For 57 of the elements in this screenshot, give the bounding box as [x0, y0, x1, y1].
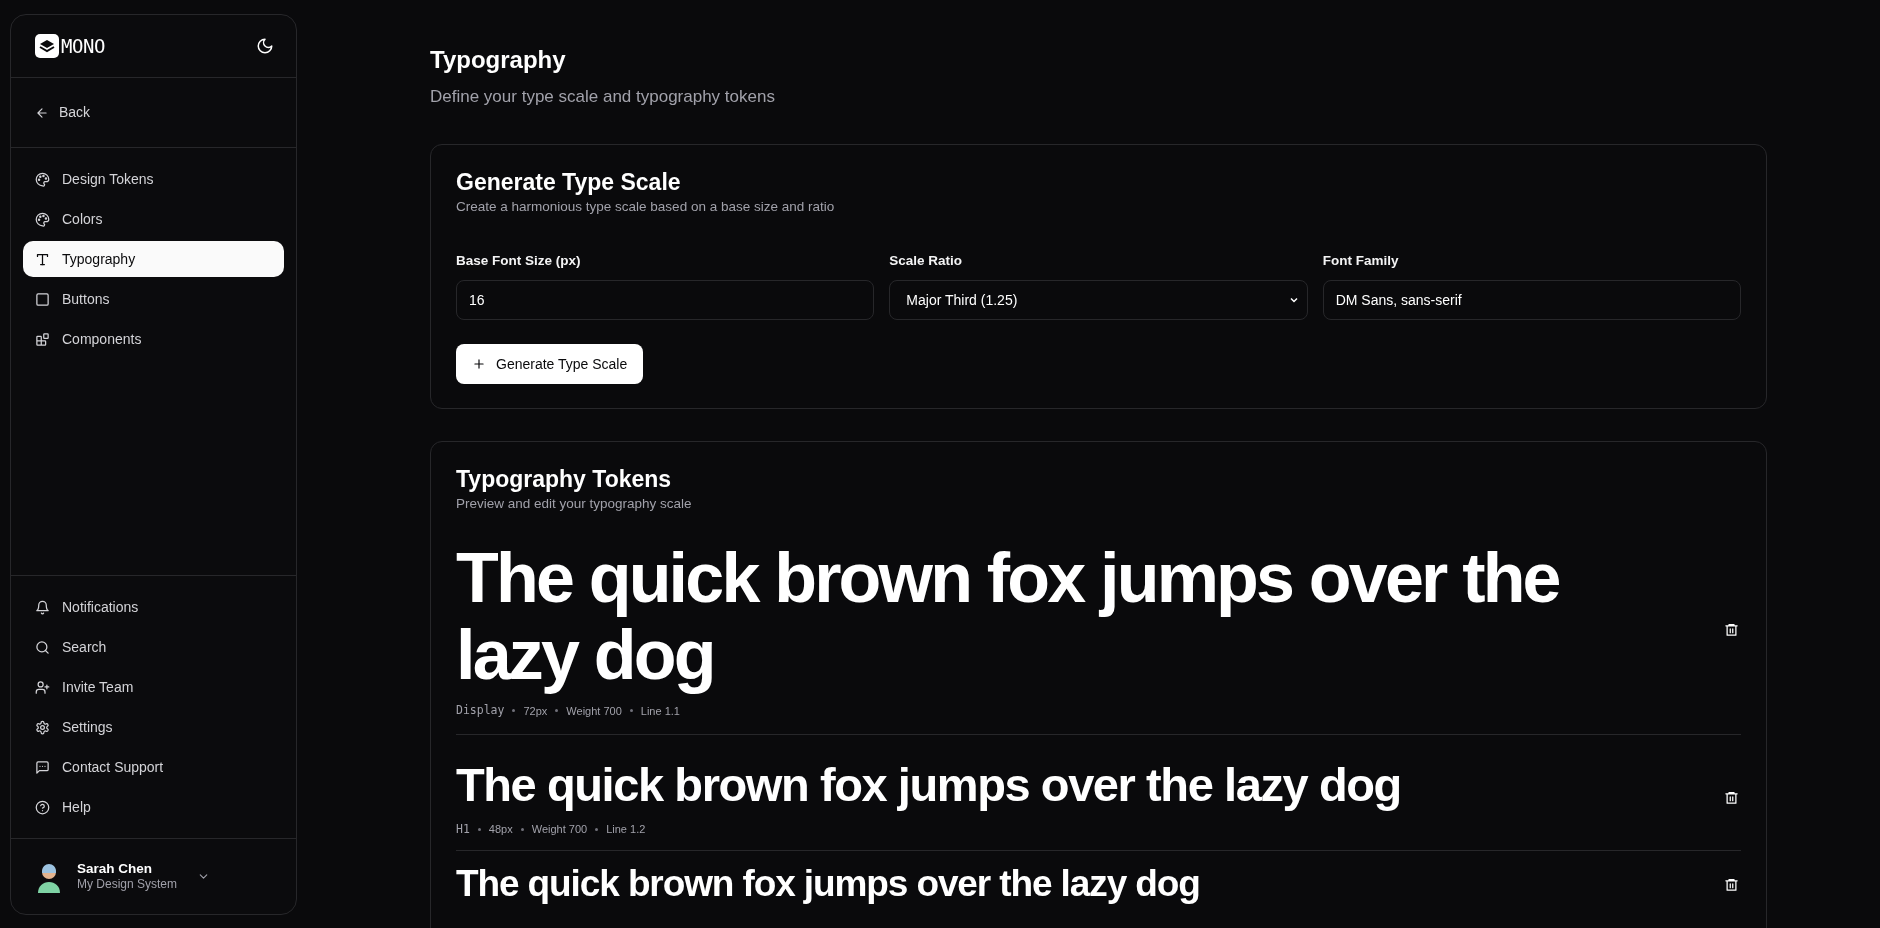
- token-name: H1: [456, 820, 470, 838]
- card-title: Generate Type Scale: [456, 167, 682, 197]
- help-icon: [35, 799, 50, 815]
- moon-icon[interactable]: [256, 37, 274, 55]
- sidebar-item[interactable]: Search: [23, 629, 284, 665]
- settings-icon: [35, 719, 50, 735]
- type-sample: The quick brown fox jumps over the lazy dog: [456, 756, 1402, 813]
- token-meta: Line 1.1: [640, 703, 680, 719]
- square-icon: [35, 291, 50, 307]
- field-label: Scale Ratio: [889, 251, 964, 270]
- user-plus-icon: [35, 679, 50, 695]
- field-label: Font Family: [1322, 251, 1400, 270]
- generate-button[interactable]: Generate Type Scale: [456, 344, 644, 384]
- token-meta: 48px: [488, 822, 513, 838]
- sidebar-item[interactable]: Invite Team: [23, 669, 284, 705]
- token-meta: Weight 700: [566, 703, 622, 719]
- input-field[interactable]: DM Sans, sans-serif: [1322, 280, 1741, 320]
- token-name: Display: [456, 702, 505, 720]
- trash-icon: [1723, 876, 1739, 892]
- card-description: Create a harmonious type scale based on a base size and ratio: [456, 197, 836, 216]
- sidebar-item[interactable]: Contact Support: [23, 749, 284, 785]
- palette-icon: [35, 211, 50, 227]
- type-sample: The quick brown fox jumps over the lazy dog: [456, 863, 1201, 906]
- page-subtitle: Define your type scale and typography tokens: [430, 86, 776, 108]
- search-icon: [35, 639, 50, 655]
- token-meta: Weight 700: [531, 822, 588, 838]
- palette-icon: [35, 171, 50, 187]
- sidebar-item[interactable]: Components: [23, 321, 284, 357]
- user-name: Sarah Chen: [77, 860, 154, 878]
- token-meta: 72px: [523, 703, 548, 719]
- text-icon: [35, 251, 50, 267]
- sidebar-item[interactable]: Buttons: [23, 281, 284, 317]
- sidebar-item[interactable]: Help: [23, 789, 284, 825]
- workspace-name: My Design System: [77, 877, 178, 893]
- scale-ratio-select[interactable]: Major Third (1.25): [889, 280, 1308, 320]
- sidebar-item[interactable]: Colors: [23, 201, 284, 237]
- field-label: Base Font Size (px): [456, 251, 582, 270]
- logo-icon: [35, 34, 59, 58]
- input-field[interactable]: 16: [456, 280, 875, 320]
- arrow-left-icon: [35, 105, 49, 120]
- sidebar-item[interactable]: Settings: [23, 709, 284, 745]
- bell-icon: [35, 599, 50, 615]
- brand-name: MONO: [61, 33, 105, 59]
- card-title: Typography Tokens: [456, 465, 673, 494]
- token-meta: Line 1.2: [606, 822, 646, 838]
- sidebar-item[interactable]: Typography: [23, 241, 284, 277]
- type-sample: The quick brown fox jumps over the lazy dog: [456, 540, 1560, 695]
- trash-icon: [1723, 622, 1739, 638]
- back-link[interactable]: Back: [35, 102, 91, 123]
- chat-icon: [35, 759, 50, 775]
- blocks-icon: [35, 331, 50, 347]
- sidebar-item[interactable]: Notifications: [23, 589, 284, 625]
- sidebar-item[interactable]: Design Tokens: [23, 161, 284, 197]
- card-description: Preview and edit your typography scale: [456, 495, 693, 513]
- page-title: Typography: [430, 45, 567, 75]
- trash-icon: [1723, 789, 1739, 805]
- plus-icon: [472, 357, 486, 371]
